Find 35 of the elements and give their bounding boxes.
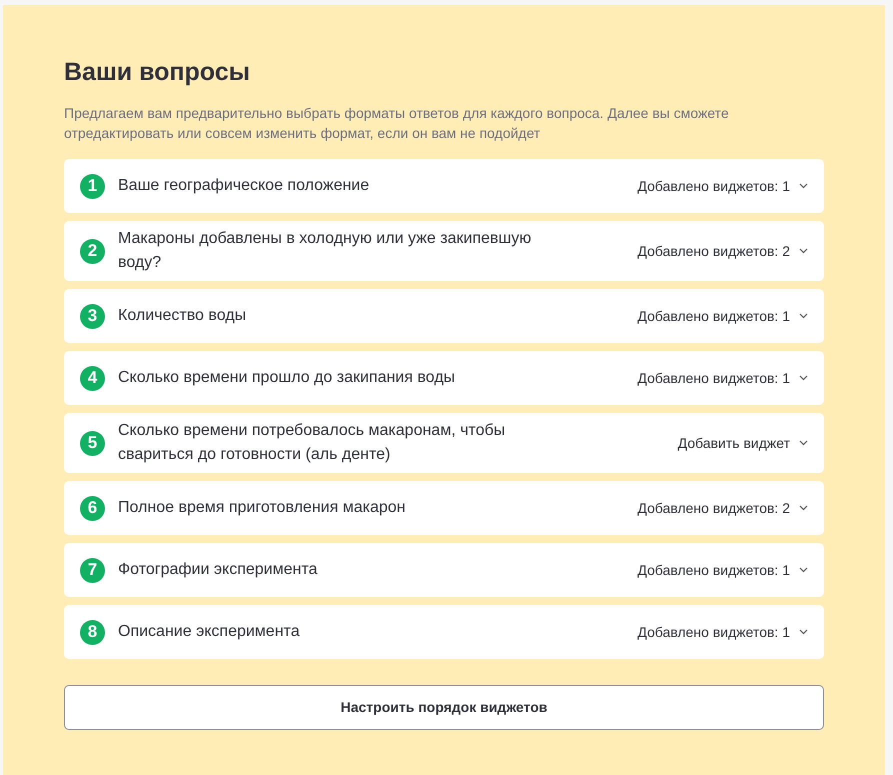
- number-badge: 6: [80, 496, 105, 520]
- widget-status: Добавить виджет: [678, 434, 790, 453]
- widget-status: Добавлено виджетов: 2: [637, 498, 790, 518]
- number-badge: 4: [80, 366, 105, 390]
- widget-status: Добавлено виджетов: 1: [637, 622, 790, 642]
- question-text: Макароны добавлены в холодную или уже закипевшую воду?: [118, 229, 532, 273]
- number-badge: 1: [80, 174, 105, 198]
- widget-status: Добавлено виджетов: 1: [637, 306, 790, 326]
- question-row[interactable]: 6 Полное время приготовления макарон Добавлено виджетов: 2: [64, 481, 824, 535]
- description: Предлагаем вам предварительно выбрать форматы ответов для каждого вопроса. Далее вы сможете отредактировать или совсем изменить формат, если он вам не подойдет: [64, 104, 730, 143]
- question-text: Количество воды: [118, 306, 248, 326]
- question-row[interactable]: 1 Ваше географическое положение Добавлено виджетов: 1: [64, 159, 824, 213]
- question-text: Описание эксперимента: [118, 622, 301, 642]
- number-badge: 7: [80, 558, 105, 582]
- number-badge: 5: [80, 430, 105, 456]
- question-text: Фотографии эксперимента: [118, 560, 318, 580]
- question-text: Ваше географическое положение: [118, 176, 370, 196]
- number-badge: 3: [80, 304, 105, 328]
- question-row[interactable]: 5 Сколько времени потребовалось макаронам, чтобы свариться до готовности (аль денте) Добавить виджет: [64, 413, 824, 473]
- reorder-button[interactable]: Настроить порядок виджетов: [64, 685, 824, 730]
- question-text: Полное время приготовления макарон: [118, 498, 406, 518]
- widget-status: Добавлено виджетов: 1: [637, 368, 790, 388]
- widget-status: Добавлено виджетов: 1: [637, 176, 790, 196]
- widget-status: Добавлено виджетов: 1: [637, 560, 790, 580]
- question-text: Сколько времени прошло до закипания воды: [118, 368, 456, 388]
- number-badge: 2: [80, 238, 105, 264]
- widget-status: Добавлено виджетов: 2: [637, 242, 790, 261]
- question-row[interactable]: 7 Фотографии эксперимента Добавлено виджетов: 1: [64, 543, 824, 597]
- number-badge: 8: [80, 620, 105, 644]
- question-text: Сколько времени потребовалось макаронам, чтобы свариться до готовности (аль денте): [118, 421, 506, 465]
- page-title: Ваши вопросы: [64, 57, 251, 87]
- question-row[interactable]: 8 Описание эксперимента Добавлено виджетов: 1: [64, 605, 824, 659]
- question-row[interactable]: 3 Количество воды Добавлено виджетов: 1: [64, 289, 824, 343]
- question-row[interactable]: 4 Сколько времени прошло до закипания воды Добавлено виджетов: 1: [64, 351, 824, 405]
- question-row[interactable]: 2 Макароны добавлены в холодную или уже закипевшую воду? Добавлено виджетов: 2: [64, 221, 824, 281]
